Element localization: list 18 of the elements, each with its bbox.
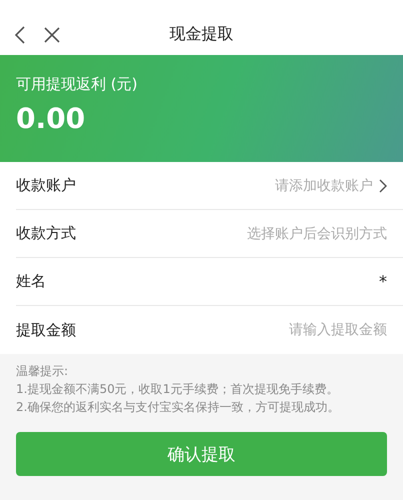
tip-text: 温馨提示: (16, 363, 70, 380)
method-hint: 选择账户后会识别方式 (247, 224, 387, 242)
chevron-icon (379, 178, 387, 192)
confirm-button[interactable]: 确认提取 (16, 432, 387, 476)
close-icon[interactable] (43, 26, 61, 44)
balance-label: 可用提现返利 (元) (16, 75, 138, 94)
field-label: 收款账户 (16, 176, 76, 195)
tip-text: 2.确保您的返利实名与支付宝实名保持一致，方可提现成功。 (16, 399, 340, 416)
tip-text: 1.提现金额不满50元，收取1元手续费；首次提现免手续费。 (16, 381, 340, 398)
field-label: 收款方式 (16, 224, 76, 243)
balance-amount: 0.00 (16, 102, 86, 135)
input-field[interactable]: 请输入提取金额 (92, 322, 387, 338)
required-mark: * (379, 272, 387, 291)
field-label: 提取金额 (16, 320, 76, 340)
account-selector[interactable]: 请添加收款账户 (275, 176, 387, 194)
page-title: 现金提取 (170, 24, 234, 45)
field-label: 姓名 (16, 272, 46, 291)
back-icon[interactable] (14, 25, 26, 45)
